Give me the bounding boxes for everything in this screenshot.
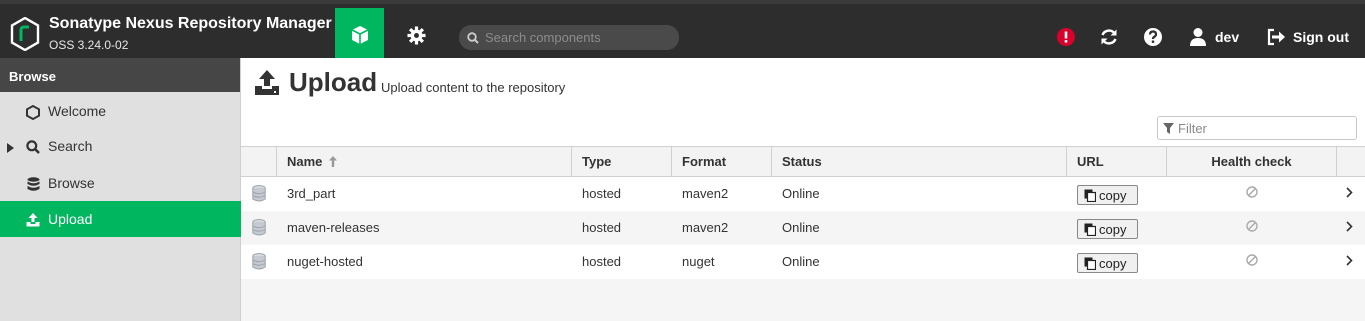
sidebar-item-browse[interactable]: Browse [0, 165, 241, 201]
sidebar-item-label: Upload [48, 211, 93, 227]
repository-icon [252, 253, 266, 270]
sidebar-item-label: Browse [48, 175, 95, 191]
brand-version: OSS 3.24.0-02 [49, 38, 129, 52]
expand-arrow-icon[interactable] [7, 140, 15, 156]
page-subtitle: Upload content to the repository [381, 80, 566, 95]
table-row[interactable]: 3rd_part hosted maven2 Online copy [241, 177, 1365, 211]
sign-out-label[interactable]: Sign out [1293, 29, 1349, 45]
hexagon-icon [25, 104, 41, 120]
health-check-disabled-icon[interactable] [1246, 186, 1258, 198]
search-icon [467, 31, 479, 44]
repo-status: Online [782, 220, 820, 235]
user-icon [1190, 28, 1206, 46]
sidebar-item-label: Welcome [48, 103, 107, 119]
repository-icon [252, 219, 266, 236]
column-header-label: Name [287, 154, 323, 169]
copy-button-label: copy [1099, 221, 1127, 237]
column-header-url[interactable]: URL [1067, 147, 1167, 176]
sign-out-icon [1267, 28, 1285, 46]
repo-status: Online [782, 186, 820, 201]
sort-ascending-icon [329, 155, 338, 170]
copy-button-label: copy [1099, 187, 1127, 203]
repo-name: maven-releases [287, 220, 380, 235]
alert-icon [1057, 28, 1075, 46]
repository-grid: Name Type Format Status URL Health check [241, 146, 1365, 279]
icon-column-header [241, 147, 277, 176]
global-search[interactable] [459, 25, 679, 50]
sidebar: Browse Welcome Search Browse Upload [0, 58, 241, 321]
chevron-right-icon[interactable] [1346, 255, 1353, 266]
health-check-disabled-icon[interactable] [1246, 220, 1258, 232]
column-header-name[interactable]: Name [277, 147, 572, 176]
filter-input[interactable] [1178, 120, 1348, 136]
repo-format: maven2 [682, 186, 729, 201]
grid-empty-area [241, 279, 1365, 321]
help-button[interactable] [1142, 26, 1164, 48]
copy-icon [1084, 189, 1096, 202]
grid-header: Name Type Format Status URL Health check [241, 146, 1365, 177]
sidebar-item-upload[interactable]: Upload [0, 201, 241, 237]
copy-url-button[interactable]: copy [1077, 219, 1138, 239]
refresh-icon [1101, 29, 1117, 45]
app-root: Sonatype Nexus Repository Manager OSS 3.… [0, 0, 1365, 321]
filter-box[interactable] [1157, 116, 1357, 140]
search-icon [25, 139, 41, 155]
copy-button-label: copy [1099, 255, 1127, 271]
user-button[interactable] [1187, 26, 1209, 48]
repo-status: Online [782, 254, 820, 269]
upload-icon [25, 212, 41, 228]
help-icon [1144, 28, 1162, 46]
repo-name: 3rd_part [287, 186, 336, 201]
gear-icon [407, 25, 426, 45]
health-check-disabled-icon[interactable] [1246, 254, 1258, 266]
system-alert-button[interactable] [1055, 26, 1077, 48]
sign-out-button[interactable] [1265, 26, 1287, 48]
sidebar-heading: Browse [0, 58, 240, 92]
column-header-health-check[interactable]: Health check [1167, 147, 1337, 176]
cube-icon [351, 26, 368, 44]
table-row[interactable]: maven-releases hosted maven2 Online copy [241, 211, 1365, 245]
database-icon [25, 176, 41, 192]
browse-mode-button[interactable] [335, 8, 384, 62]
nexus-logo[interactable] [10, 17, 40, 51]
copy-url-button[interactable]: copy [1077, 185, 1138, 205]
page-title: Upload [289, 67, 378, 97]
top-header: Sonatype Nexus Repository Manager OSS 3.… [0, 0, 1365, 62]
refresh-button[interactable] [1098, 26, 1120, 48]
filter-icon [1163, 122, 1174, 134]
repository-icon [252, 185, 266, 202]
repo-type: hosted [582, 220, 622, 235]
sidebar-item-label: Search [48, 138, 93, 154]
chevron-right-icon[interactable] [1346, 221, 1353, 232]
main-panel: Upload Upload content to the repository … [241, 58, 1365, 321]
admin-mode-button[interactable] [392, 8, 441, 62]
column-header-status[interactable]: Status [772, 147, 1067, 176]
brand-title: Sonatype Nexus Repository Manager [49, 15, 332, 32]
upload-icon [255, 70, 279, 95]
sidebar-item-welcome[interactable]: Welcome [0, 93, 241, 129]
column-header-format[interactable]: Format [672, 147, 772, 176]
repo-format: nuget [682, 254, 715, 269]
copy-icon [1084, 223, 1096, 236]
chevron-right-icon[interactable] [1346, 187, 1353, 198]
repo-type: hosted [582, 254, 622, 269]
copy-url-button[interactable]: copy [1077, 253, 1138, 273]
sidebar-item-search[interactable]: Search [0, 128, 241, 164]
search-input[interactable] [485, 30, 665, 45]
copy-icon [1084, 257, 1096, 270]
user-name[interactable]: dev [1215, 29, 1239, 45]
table-row[interactable]: nuget-hosted hosted nuget Online copy [241, 245, 1365, 279]
repo-format: maven2 [682, 220, 729, 235]
column-header-type[interactable]: Type [572, 147, 672, 176]
repo-type: hosted [582, 186, 622, 201]
repo-name: nuget-hosted [287, 254, 363, 269]
